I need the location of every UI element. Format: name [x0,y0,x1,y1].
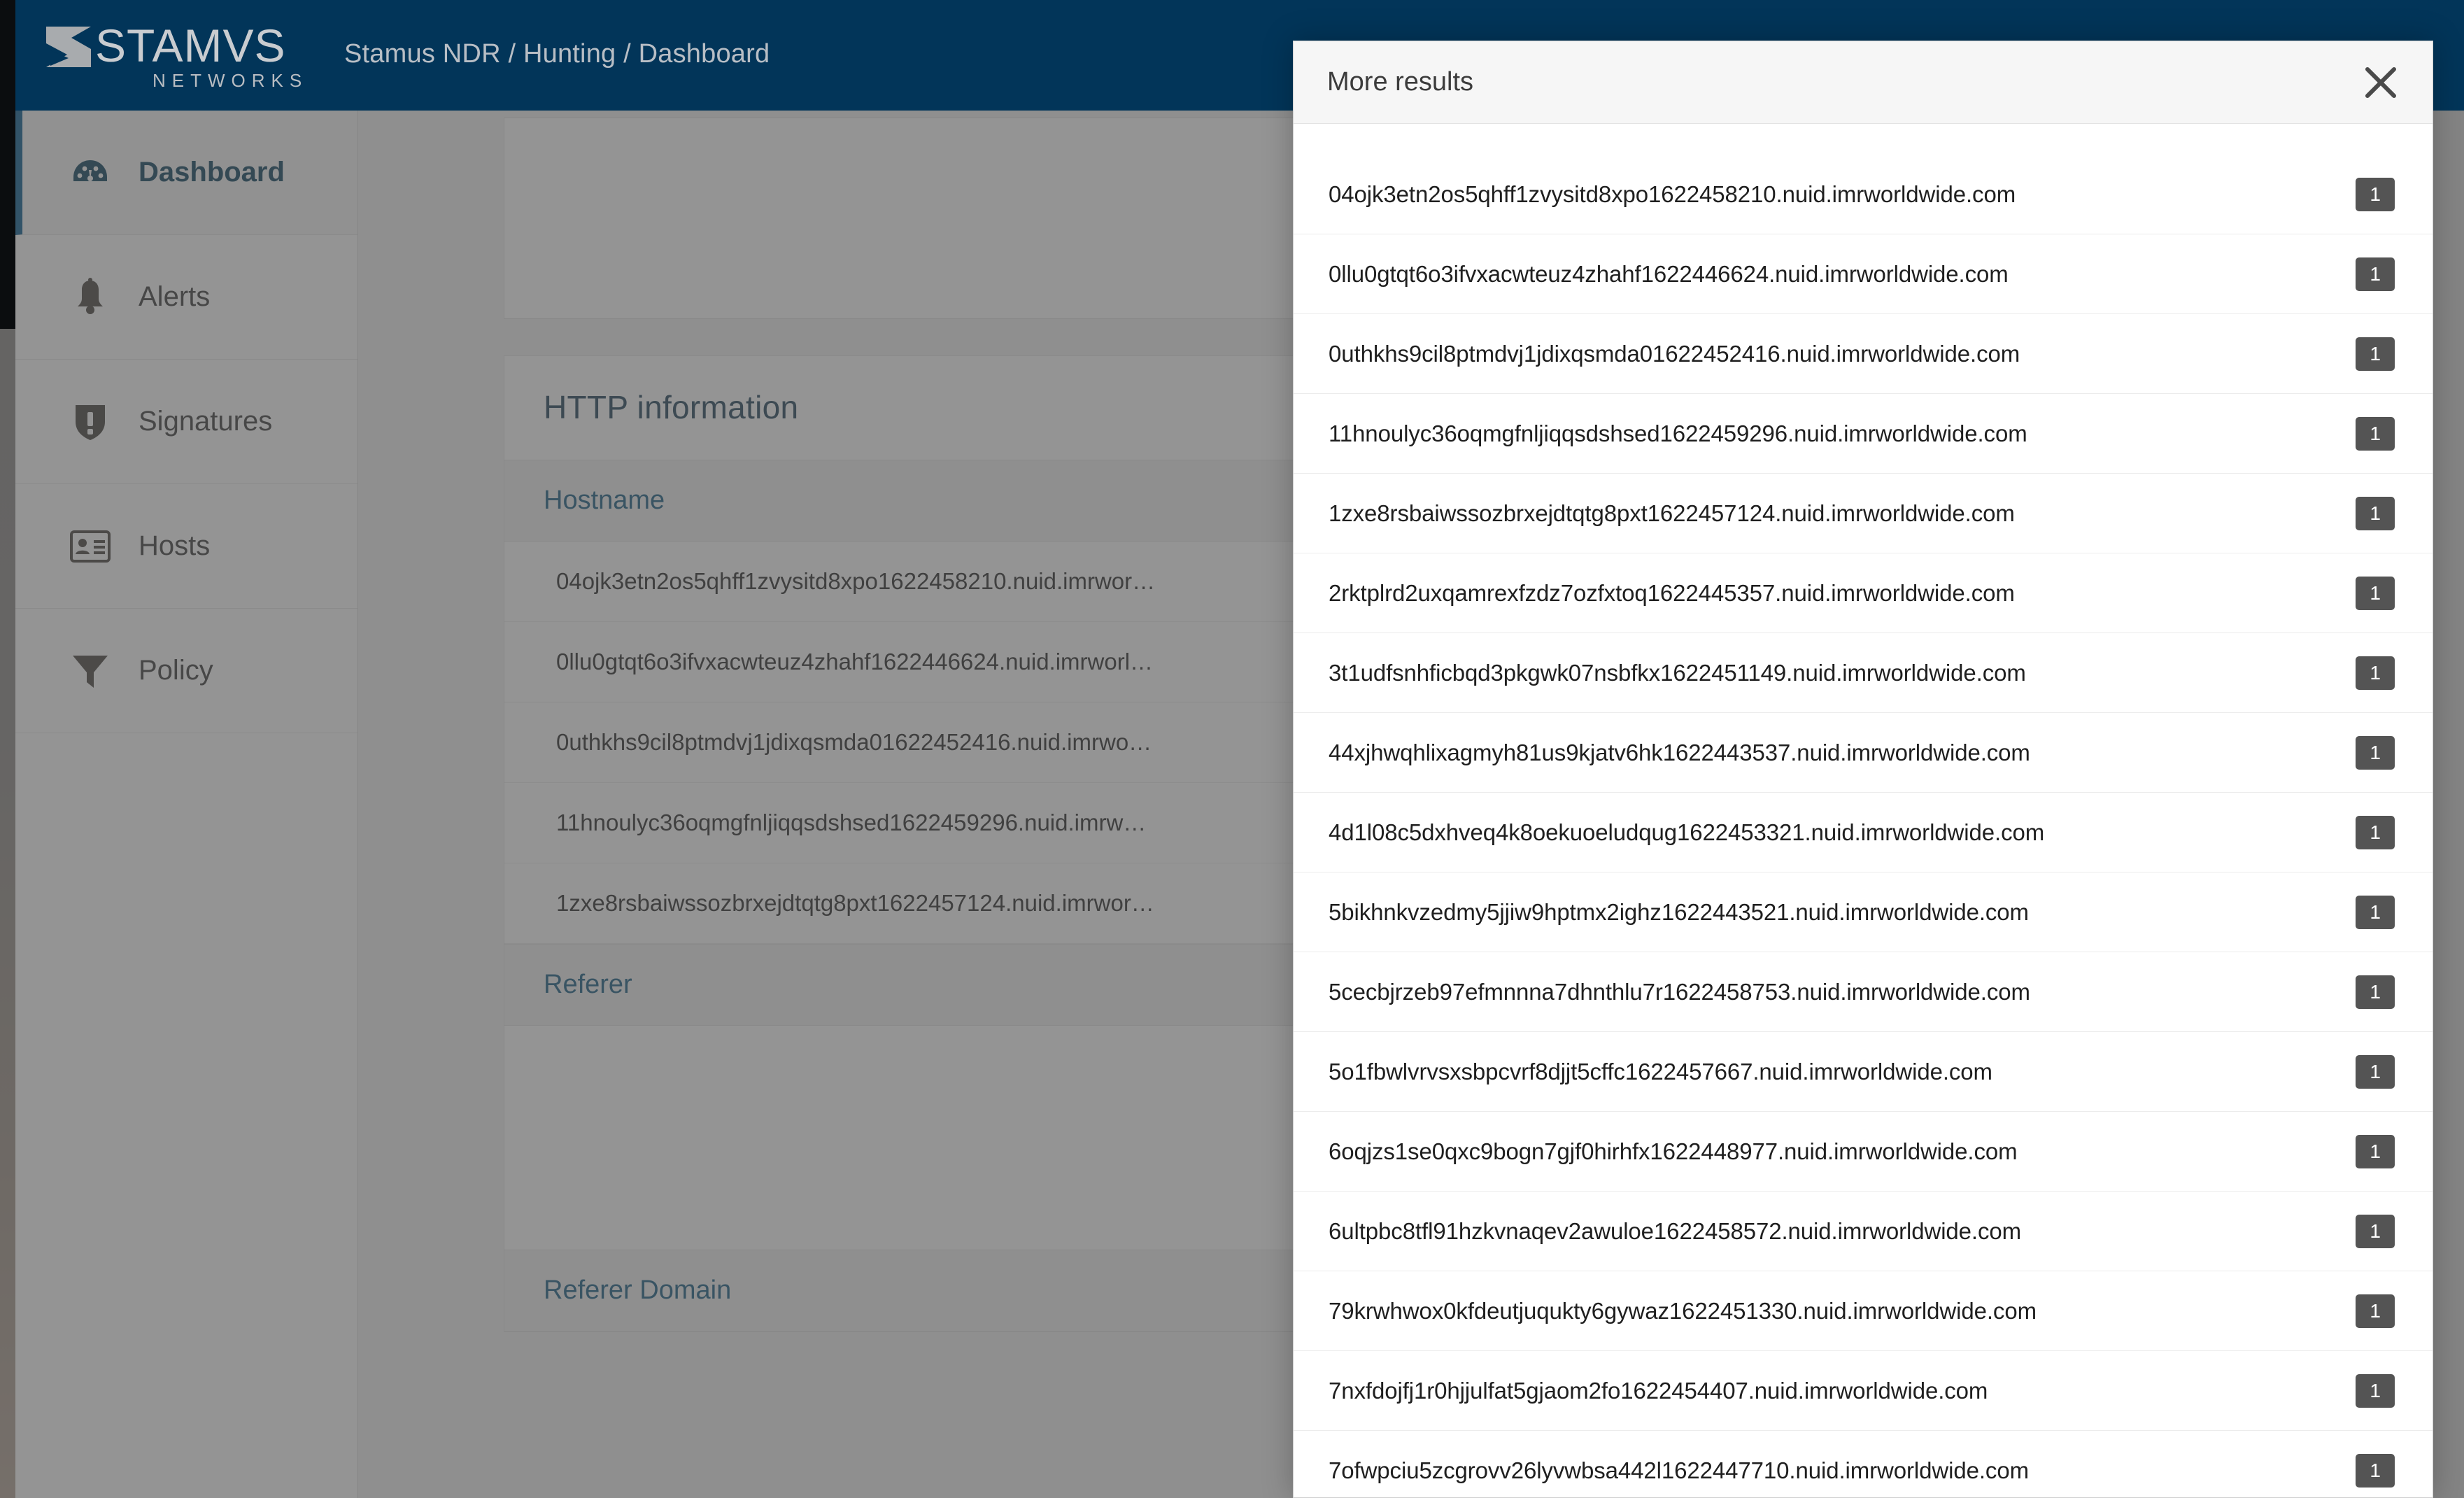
result-hostname: 4d1l08c5dxhveq4k8oekuoeludqug1622453321.… [1329,819,2045,845]
result-hostname: 5bikhnkvzedmy5jjiw9hptmx2ighz1622443521.… [1329,898,2029,925]
list-item[interactable]: 04ojk3etn2os5qhff1zvysitd8xpo1622458210.… [1294,155,2433,234]
result-hostname: 11hnoulyc36oqmgfnljiqqsdshsed1622459296.… [1329,420,2027,446]
more-results-modal: More results 04ojk3etn2os5qhff1zvysitd8x… [1293,41,2433,1498]
count-badge: 1 [2356,257,2395,291]
count-badge: 1 [2356,1373,2395,1408]
count-badge: 1 [2356,337,2395,371]
count-badge: 1 [2356,576,2395,610]
count-badge: 1 [2356,1214,2395,1248]
breadcrumb: Stamus NDR / Hunting / Dashboard [344,39,770,69]
left-gutter [0,0,15,329]
list-item[interactable]: 1zxe8rsbaiwssozbrxejdtqtg8pxt1622457124.… [1294,474,2433,553]
list-item[interactable]: 6oqjzs1se0qxc9bogn7gjf0hirhfx1622448977.… [1294,1112,2433,1192]
count-badge: 1 [2356,895,2395,929]
app-root: STAMVS NETWORKS Stamus NDR / Hunting / D… [0,0,2464,1498]
result-hostname: 1zxe8rsbaiwssozbrxejdtqtg8pxt1622457124.… [1329,500,2015,526]
list-item[interactable]: 5bikhnkvzedmy5jjiw9hptmx2ighz1622443521.… [1294,872,2433,952]
result-hostname: 7ofwpciu5zcgrovv26lyvwbsa442l1622447710.… [1329,1457,2029,1483]
count-badge: 1 [2356,1134,2395,1168]
list-item[interactable]: 4d1l08c5dxhveq4k8oekuoeludqug1622453321.… [1294,793,2433,872]
result-hostname: 0llu0gtqt6o3ifvxacwteuz4zhahf1622446624.… [1329,260,2009,287]
result-hostname: 79krwhwox0kfdeutjuqukty6gywaz1622451330.… [1329,1297,2037,1324]
result-hostname: 3t1udfsnhficbqd3pkgwk07nsbfkx1622451149.… [1329,659,2026,686]
count-badge: 1 [2356,1454,2395,1488]
list-item[interactable]: 5o1fbwlvrvsxsbpcvrf8djjt5cffc1622457667.… [1294,1032,2433,1112]
list-item[interactable]: 5cecbjrzeb97efmnnna7dhnthlu7r1622458753.… [1294,952,2433,1032]
list-item[interactable]: 3t1udfsnhficbqd3pkgwk07nsbfkx1622451149.… [1294,633,2433,713]
count-badge: 1 [2356,496,2395,530]
list-item[interactable]: 0llu0gtqt6o3ifvxacwteuz4zhahf1622446624.… [1294,234,2433,314]
close-icon[interactable] [2360,62,2402,104]
result-hostname: 44xjhwqhlixagmyh81us9kjatv6hk1622443537.… [1329,739,2030,765]
list-item[interactable]: 79krwhwox0kfdeutjuqukty6gywaz1622451330.… [1294,1271,2433,1351]
count-badge: 1 [2356,975,2395,1009]
list-item[interactable]: 7ofwpciu5zcgrovv26lyvwbsa442l1622447710.… [1294,1431,2433,1497]
count-badge: 1 [2356,1294,2395,1328]
result-hostname: 6ultpbc8tfl91hzkvnaqev2awuloe1622458572.… [1329,1217,2022,1244]
modal-backdrop-right-strip [2433,111,2464,1498]
count-badge: 1 [2356,416,2395,451]
result-hostname: 5o1fbwlvrvsxsbpcvrf8djjt5cffc1622457667.… [1329,1058,1992,1084]
result-hostname: 0uthkhs9cil8ptmdvj1jdixqsmda01622452416.… [1329,340,2020,367]
list-item[interactable]: 7nxfdojfj1r0hjjulfat5gjaom2fo1622454407.… [1294,1351,2433,1431]
count-badge: 1 [2356,656,2395,690]
modal-results-list[interactable]: 04ojk3etn2os5qhff1zvysitd8xpo1622458210.… [1294,124,2433,1497]
count-badge: 1 [2356,815,2395,849]
count-badge: 1 [2356,1054,2395,1089]
modal-header: More results [1294,41,2433,124]
list-item[interactable]: 11hnoulyc36oqmgfnljiqqsdshsed1622459296.… [1294,394,2433,474]
logo-wordmark-primary: STAMVS [95,20,286,71]
result-hostname: 04ojk3etn2os5qhff1zvysitd8xpo1622458210.… [1329,181,2016,207]
logo-wordmark-secondary: NETWORKS [153,70,309,91]
modal-title: More results [1327,67,1474,97]
result-hostname: 7nxfdojfj1r0hjjulfat5gjaom2fo1622454407.… [1329,1377,1988,1404]
result-hostname: 6oqjzs1se0qxc9bogn7gjf0hirhfx1622448977.… [1329,1138,2018,1164]
stamus-logo-mark-icon [45,25,92,69]
count-badge: 1 [2356,177,2395,211]
list-item[interactable]: 2rktplrd2uxqamrexfzdz7ozfxtoq1622445357.… [1294,553,2433,633]
count-badge: 1 [2356,735,2395,770]
list-item[interactable]: 6ultpbc8tfl91hzkvnaqev2awuloe1622458572.… [1294,1192,2433,1271]
stamus-networks-logo[interactable]: STAMVS NETWORKS [45,15,302,94]
list-item[interactable]: 0uthkhs9cil8ptmdvj1jdixqsmda01622452416.… [1294,314,2433,394]
result-hostname: 2rktplrd2uxqamrexfzdz7ozfxtoq1622445357.… [1329,579,2015,606]
list-item[interactable]: 44xjhwqhlixagmyh81us9kjatv6hk1622443537.… [1294,713,2433,793]
result-hostname: 5cecbjrzeb97efmnnna7dhnthlu7r1622458753.… [1329,978,2030,1005]
